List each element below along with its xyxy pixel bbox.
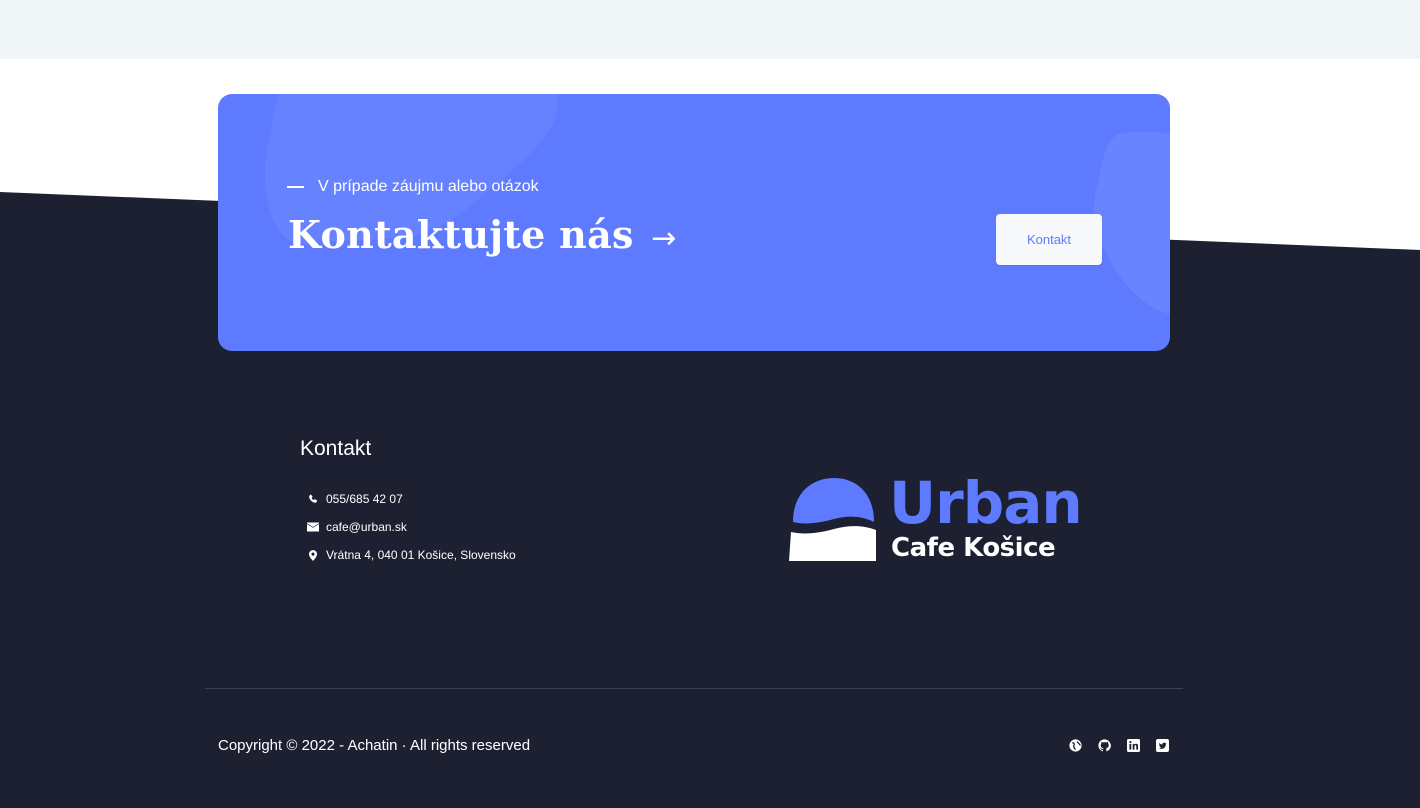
phone-icon bbox=[307, 493, 319, 505]
contact-phone-text: 055/685 42 07 bbox=[326, 492, 403, 506]
contact-phone[interactable]: 055/685 42 07 bbox=[307, 485, 607, 513]
contact-section: Kontakt 055/685 42 07 cafe@urban.sk Vrát… bbox=[300, 437, 516, 562]
twitter-icon[interactable] bbox=[1155, 738, 1169, 752]
logo-mark bbox=[789, 478, 876, 561]
github-icon[interactable] bbox=[1097, 738, 1111, 752]
arrow-right-icon: → bbox=[651, 221, 677, 256]
contact-email-text: cafe@urban.sk bbox=[326, 520, 407, 534]
cta-title: Kontaktujte nás → bbox=[288, 212, 677, 257]
contact-email[interactable]: cafe@urban.sk bbox=[307, 513, 607, 541]
logo-wordmark: Urban bbox=[889, 469, 1083, 537]
linkedin-icon[interactable] bbox=[1126, 738, 1140, 752]
cta-eyebrow: V prípade záujmu alebo otázok bbox=[287, 178, 539, 196]
contact-heading: Kontakt bbox=[300, 437, 372, 460]
logo-subtitle: Cafe Košice bbox=[891, 533, 1056, 563]
contact-button[interactable]: Kontakt bbox=[996, 214, 1102, 265]
map-pin-icon bbox=[307, 549, 319, 561]
contact-address-text: Vrátna 4, 040 01 Košice, Slovensko bbox=[326, 548, 516, 562]
contact-address[interactable]: Vrátna 4, 040 01 Košice, Slovensko bbox=[307, 541, 607, 569]
eyebrow-dash bbox=[287, 186, 304, 188]
globe-icon[interactable] bbox=[1068, 738, 1082, 752]
footer-divider bbox=[205, 688, 1183, 689]
cta-title-text: Kontaktujte nás bbox=[288, 212, 634, 257]
cta-eyebrow-text: V prípade záujmu alebo otázok bbox=[318, 178, 539, 195]
urban-cafe-logo: Urban Cafe Košice bbox=[787, 469, 1087, 566]
contact-cta-card: V prípade záujmu alebo otázok Kontaktujt… bbox=[218, 94, 1170, 351]
copyright-text: Copyright © 2022 - Achatin · All rights … bbox=[218, 737, 531, 754]
social-links bbox=[1068, 738, 1169, 752]
envelope-icon bbox=[307, 521, 319, 533]
contact-list: 055/685 42 07 cafe@urban.sk Vrátna 4, 04… bbox=[307, 485, 607, 569]
